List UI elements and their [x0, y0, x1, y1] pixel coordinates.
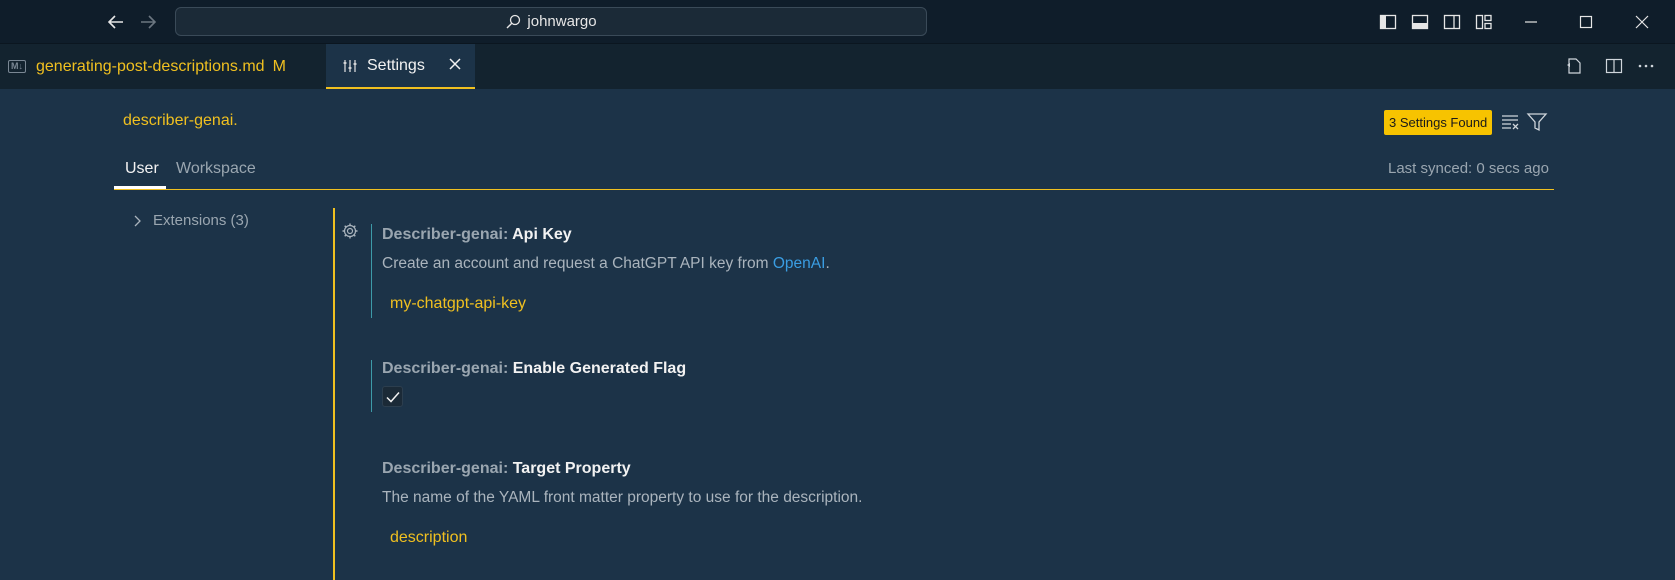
toggle-secondary-sidebar-icon[interactable]	[1438, 8, 1466, 36]
gear-icon[interactable]	[341, 222, 359, 245]
setting-name: Enable Generated Flag	[512, 360, 687, 377]
toggle-panel-icon[interactable]	[1406, 8, 1434, 36]
close-window-icon[interactable]	[1628, 8, 1656, 36]
tab-settings[interactable]: Settings	[326, 44, 475, 89]
back-arrow-icon[interactable]	[102, 8, 130, 36]
open-settings-json-icon[interactable]	[1560, 52, 1588, 80]
title-bar: johnwargo	[0, 0, 1675, 44]
settings-search-input[interactable]: describer-genai.	[123, 112, 238, 130]
setting-title-enable-generated-flag: Describer-genai: Enable Generated Flag	[382, 360, 686, 378]
setting-category: Describer-genai:	[382, 226, 513, 243]
chevron-right-icon	[134, 215, 141, 226]
setting-category: Describer-genai:	[382, 460, 513, 477]
tab-label: Settings	[367, 56, 425, 74]
setting-focus-indicator	[371, 360, 372, 412]
editor-tab-bar: M↓ generating-post-descriptions.md M Set…	[0, 44, 1675, 89]
description-suffix: .	[825, 255, 830, 272]
last-synced-status: Last synced: 0 secs ago	[1388, 160, 1549, 177]
more-actions-icon[interactable]	[1632, 52, 1660, 80]
setting-focus-indicator	[371, 224, 372, 318]
enable-generated-flag-checkbox[interactable]	[382, 386, 403, 407]
modified-badge: M	[272, 57, 286, 75]
settings-sliders-icon	[343, 59, 357, 72]
scope-divider	[114, 189, 1554, 190]
description-text: Create an account and request a ChatGPT …	[382, 255, 773, 272]
settings-found-badge: 3 Settings Found	[1384, 110, 1493, 135]
split-editor-icon[interactable]	[1600, 52, 1628, 80]
markdown-icon: M↓	[8, 60, 26, 73]
clear-search-icon[interactable]	[1500, 111, 1522, 133]
settings-list-border	[333, 208, 335, 580]
toc-extensions[interactable]: Extensions (3)	[131, 212, 249, 229]
customize-layout-icon[interactable]	[1470, 8, 1498, 36]
checkmark-icon	[385, 391, 400, 403]
tab-user-scope[interactable]: User	[125, 160, 159, 178]
target-property-input[interactable]: description	[382, 524, 682, 552]
setting-title-target-property: Describer-genai: Target Property	[382, 460, 631, 478]
openai-link[interactable]: OpenAI	[773, 255, 826, 272]
setting-description-target-property: The name of the YAML front matter proper…	[382, 489, 863, 506]
command-center-text: johnwargo	[527, 13, 597, 30]
command-center-search[interactable]: johnwargo	[175, 7, 927, 36]
tab-generating-post-descriptions[interactable]: M↓ generating-post-descriptions.md M	[0, 44, 325, 89]
minimize-icon[interactable]	[1517, 8, 1545, 36]
setting-category: Describer-genai:	[382, 360, 513, 377]
forward-arrow-icon[interactable]	[134, 8, 162, 36]
filter-icon[interactable]	[1526, 111, 1548, 133]
setting-name: Api Key	[512, 226, 572, 243]
api-key-input[interactable]: my-chatgpt-api-key	[382, 290, 682, 318]
maximize-icon[interactable]	[1572, 8, 1600, 36]
setting-description-api-key: Create an account and request a ChatGPT …	[382, 255, 830, 273]
close-tab-icon[interactable]	[447, 56, 463, 72]
tab-label: generating-post-descriptions.md	[36, 57, 265, 75]
toggle-primary-sidebar-icon[interactable]	[1374, 8, 1402, 36]
toc-extensions-label: Extensions (3)	[153, 212, 249, 229]
search-icon	[506, 14, 521, 28]
setting-title-api-key: Describer-genai: Api Key	[382, 226, 572, 244]
tab-workspace-scope[interactable]: Workspace	[176, 160, 256, 178]
setting-name: Target Property	[512, 460, 631, 477]
